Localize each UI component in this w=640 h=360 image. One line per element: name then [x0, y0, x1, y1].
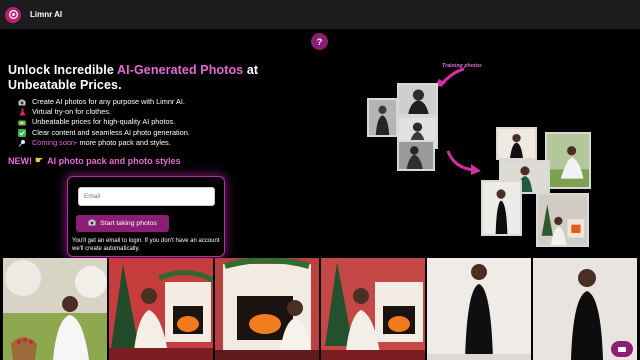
camera-icon [18, 98, 26, 106]
feature-item: Unbeatable prices for high-quality AI ph… [18, 117, 190, 127]
chat-widget-button[interactable] [611, 341, 633, 357]
money-icon [18, 119, 26, 127]
curved-arrow-icon [446, 150, 481, 175]
top-bar: Limnr AI [0, 0, 640, 29]
gallery-photo[interactable] [321, 258, 425, 360]
gallery-photo[interactable] [215, 258, 319, 360]
hero-headline: Unlock Incredible AI-Generated Photos at… [8, 63, 270, 93]
brand-name[interactable]: Limnr AI [30, 10, 62, 19]
headline-part1: Unlock Incredible [8, 63, 118, 77]
feature-item: Virtual try-on for clothes. [18, 107, 190, 117]
signup-note: You'll get an email to login. If you don… [72, 238, 220, 252]
dress-icon [18, 108, 26, 116]
new-announcement: NEW! ☛ AI photo pack and photo styles [8, 155, 181, 166]
new-badge: NEW! [8, 155, 32, 166]
feature-item: Create AI photos for any purpose with Li… [18, 97, 190, 107]
result-photo-thumbnail [481, 180, 522, 236]
coming-soon-label: Coming soon [32, 137, 75, 147]
feature-text: Virtual try-on for clothes. [32, 107, 111, 117]
checkmark-icon [18, 128, 26, 137]
brand-logo-icon[interactable] [5, 6, 21, 23]
result-photo-thumbnail [536, 193, 589, 247]
feature-item-coming-soon: Coming soon - more photo pack and styles… [18, 138, 190, 148]
pin-icon [18, 139, 26, 147]
gallery-photo[interactable] [427, 258, 531, 360]
result-photo-thumbnail [496, 127, 537, 160]
gallery-photo[interactable] [109, 258, 213, 360]
training-photo-thumbnail [367, 98, 398, 137]
email-input[interactable] [78, 187, 215, 206]
pointing-hand-icon: ☛ [35, 155, 44, 165]
start-button-label: Start taking photos [100, 220, 157, 227]
feature-item: Clear content and seamless AI photo gene… [18, 128, 190, 138]
feature-list: Create AI photos for any purpose with Li… [18, 97, 190, 148]
chat-bubble-icon [618, 346, 626, 352]
new-feature-link[interactable]: AI photo pack and photo styles [47, 156, 181, 166]
feature-text: Unbeatable prices for high-quality AI ph… [32, 117, 176, 127]
help-button[interactable]: ? [311, 33, 328, 50]
training-photo-thumbnail [397, 83, 438, 116]
training-photo-thumbnail [397, 140, 435, 171]
feature-text: Create AI photos for any purpose with Li… [32, 97, 185, 106]
headline-accent: AI-Generated Photos [117, 63, 244, 77]
signup-card: Start taking photos You'll get an email … [67, 176, 225, 257]
coming-soon-text: - more photo pack and styles. [75, 137, 171, 147]
start-taking-photos-button[interactable]: Start taking photos [76, 215, 169, 232]
camera-icon [88, 219, 96, 228]
gallery-photo[interactable] [3, 258, 107, 360]
sample-gallery [0, 258, 640, 360]
feature-text: Clear content and seamless AI photo gene… [32, 127, 190, 137]
result-photo-thumbnail [545, 132, 591, 189]
